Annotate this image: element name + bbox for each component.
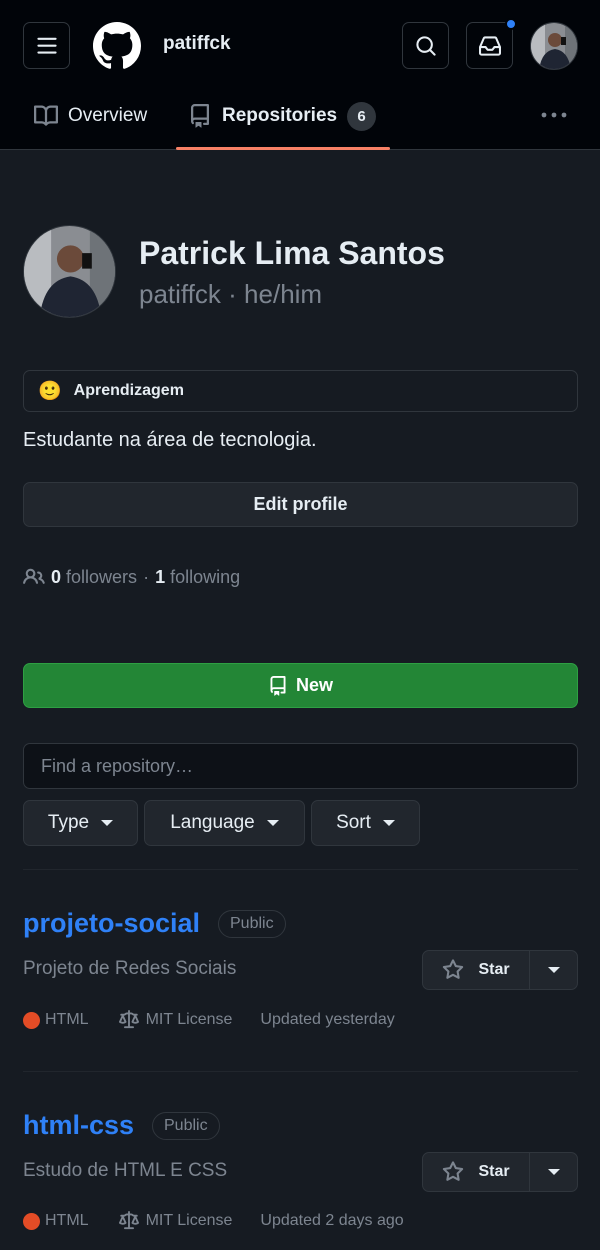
- search-button[interactable]: [402, 22, 449, 69]
- repo-language-label: HTML: [45, 1212, 89, 1229]
- repo-language-label: HTML: [45, 1011, 89, 1028]
- search-icon: [415, 35, 436, 56]
- github-mark-icon: [93, 22, 141, 69]
- caret-down-icon: [547, 1169, 560, 1175]
- star-icon: [443, 1161, 464, 1181]
- profile-bio: Estudante na área de tecnologia.: [23, 429, 317, 451]
- unread-indicator: [505, 18, 517, 30]
- profile-login-line: patiffck · he/him: [139, 279, 322, 310]
- selected-tab-underline: [176, 147, 390, 150]
- menu-button[interactable]: [23, 22, 70, 69]
- star-button-group: Star: [422, 950, 578, 990]
- sort-filter-label: Sort: [336, 812, 371, 833]
- find-repository-input[interactable]: [23, 743, 578, 789]
- header-avatar[interactable]: [530, 22, 578, 70]
- language-filter-button[interactable]: Language: [144, 800, 305, 846]
- user-photo-icon: [24, 226, 115, 317]
- repo-icon: [191, 104, 209, 128]
- list-divider: [23, 1071, 578, 1072]
- follow-stats: 0 followers · 1 following: [23, 566, 240, 588]
- repo-license-label: MIT License: [145, 1212, 233, 1229]
- profile-full-name: Patrick Lima Santos: [139, 235, 445, 271]
- profile-pronouns: he/him: [244, 279, 323, 309]
- follow-separator: ·: [143, 566, 150, 587]
- app-header: patiffck Overview Repositories 6: [0, 0, 600, 150]
- star-label: Star: [478, 961, 510, 978]
- repo-language: HTML: [23, 1212, 89, 1230]
- visibility-badge: Public: [218, 910, 286, 938]
- repo-language: HTML: [23, 1011, 89, 1029]
- star-button[interactable]: Star: [423, 951, 530, 989]
- more-tabs-button[interactable]: [540, 106, 568, 124]
- repo-license: MIT License: [117, 1211, 233, 1231]
- sort-filter-button[interactable]: Sort: [311, 800, 420, 846]
- type-filter-button[interactable]: Type: [23, 800, 138, 846]
- repo-license: MIT License: [117, 1010, 233, 1030]
- law-icon: [118, 1211, 139, 1230]
- caret-down-icon: [382, 820, 395, 826]
- profile-separator: ·: [228, 279, 237, 309]
- tab-overview[interactable]: Overview: [34, 98, 147, 134]
- tab-repositories-label: Repositories: [222, 105, 338, 126]
- edit-profile-button[interactable]: Edit profile: [23, 482, 578, 527]
- visibility-badge: Public: [152, 1112, 220, 1140]
- star-button-group: Star: [422, 1152, 578, 1192]
- caret-down-icon: [547, 967, 560, 973]
- caret-down-icon: [101, 820, 114, 826]
- user-photo-icon: [531, 23, 577, 69]
- book-icon: [34, 105, 58, 126]
- repo-icon: [270, 675, 286, 696]
- star-lists-dropdown[interactable]: [530, 1153, 577, 1191]
- new-button-label: New: [295, 675, 333, 695]
- language-filter-label: Language: [170, 812, 255, 833]
- following-link[interactable]: 1 following: [155, 567, 240, 588]
- followers-link[interactable]: 0 followers: [51, 567, 137, 588]
- profile-avatar[interactable]: [23, 225, 116, 318]
- type-filter-label: Type: [47, 812, 90, 833]
- caret-down-icon: [266, 820, 279, 826]
- people-icon: [23, 568, 45, 584]
- star-label: Star: [478, 1163, 510, 1180]
- following-label: following: [170, 566, 241, 587]
- language-color-dot: [23, 1212, 40, 1230]
- profile-login: patiffck: [139, 279, 221, 309]
- hamburger-icon: [36, 37, 57, 54]
- tab-repositories[interactable]: Repositories 6: [188, 98, 377, 134]
- repo-updated: Updated 2 days ago: [260, 1212, 404, 1229]
- star-button[interactable]: Star: [423, 1153, 530, 1191]
- tab-overview-label: Overview: [68, 105, 148, 126]
- status-text: Aprendizagem: [73, 382, 184, 399]
- kebab-horizontal-icon: [541, 112, 567, 118]
- repositories-count-badge: 6: [347, 101, 377, 131]
- followers-label: followers: [66, 566, 138, 587]
- github-logo[interactable]: [93, 22, 141, 70]
- repo-meta: HTML MIT License Updated 2 days ago: [23, 1211, 404, 1231]
- star-icon: [443, 959, 464, 979]
- list-divider: [23, 869, 578, 870]
- inbox-button[interactable]: [466, 18, 517, 69]
- new-repository-button[interactable]: New: [23, 663, 578, 708]
- repo-license-label: MIT License: [145, 1011, 233, 1028]
- repo-meta: HTML MIT License Updated yesterday: [23, 1010, 395, 1030]
- status-button[interactable]: 🙂 Aprendizagem: [23, 370, 578, 412]
- repo-description: Projeto de Redes Sociais: [23, 958, 237, 979]
- followers-count: 0: [51, 566, 62, 587]
- language-color-dot: [23, 1011, 40, 1029]
- repo-name-link[interactable]: projeto-social: [23, 908, 200, 939]
- repo-updated: Updated yesterday: [260, 1011, 395, 1028]
- header-username[interactable]: patiffck: [163, 33, 231, 55]
- repo-description: Estudo de HTML E CSS: [23, 1160, 228, 1181]
- law-icon: [118, 1010, 139, 1029]
- inbox-icon: [478, 35, 501, 56]
- smiley-icon: 🙂: [38, 380, 62, 402]
- star-lists-dropdown[interactable]: [530, 951, 577, 989]
- following-count: 1: [155, 566, 166, 587]
- repo-name-link[interactable]: html-css: [23, 1110, 134, 1141]
